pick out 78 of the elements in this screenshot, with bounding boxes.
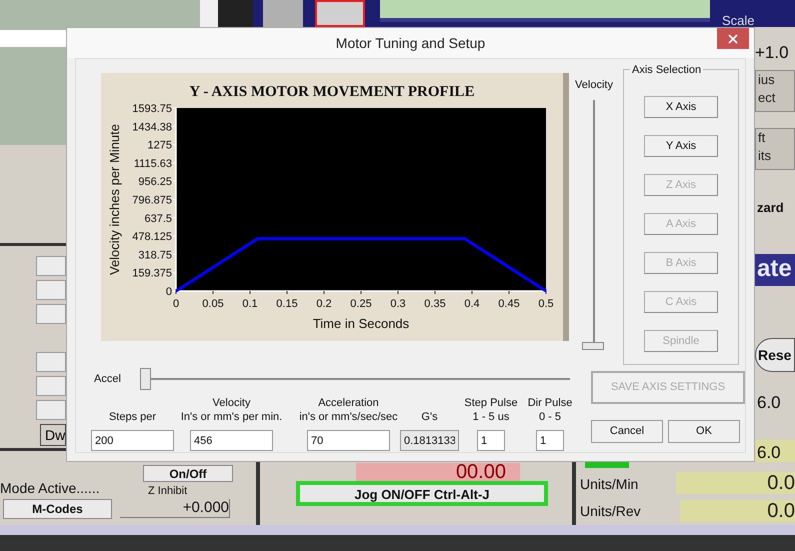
jog-button[interactable]: Jog ON/OFF Ctrl-Alt-J <box>296 481 548 506</box>
y-tick-label: 1434.38 <box>132 121 172 134</box>
value-field: 6.0 <box>755 440 795 462</box>
y-tick-label: 1593.75 <box>132 103 172 115</box>
panel-button[interactable] <box>36 280 66 300</box>
field-label: Acceleration <box>318 396 379 410</box>
number-field[interactable]: 1 <box>477 430 505 451</box>
field-label: G's <box>421 410 438 424</box>
x-tick-label: 0.25 <box>350 298 372 310</box>
y-tick-label: 956.25 <box>138 176 172 188</box>
chart-title: Y - AXIS MOTOR MOVEMENT PROFILE <box>189 84 475 100</box>
field-label: 0 - 5 <box>538 410 561 424</box>
close-button[interactable] <box>717 28 749 49</box>
y-tick-label: 0 <box>166 286 172 298</box>
round-button[interactable]: Rese <box>755 338 795 372</box>
dialog-button[interactable]: OK <box>668 420 740 443</box>
number-field[interactable]: 456 <box>190 430 273 451</box>
velocity-slider[interactable] <box>582 100 606 350</box>
dialog-button[interactable]: Cancel <box>591 420 663 443</box>
velocity-slider-thumb[interactable] <box>582 342 604 350</box>
number-field[interactable]: 1 <box>536 430 564 451</box>
units-rev-label: Units/Rev <box>580 502 641 521</box>
x-tick-label: 0.3 <box>390 298 406 310</box>
status-banner: ate <box>755 254 795 286</box>
on-off-button[interactable]: On/Off <box>143 465 233 482</box>
field-label: 1 - 5 us <box>472 410 510 424</box>
panel-button[interactable]: ft its <box>755 128 795 170</box>
x-tick-label: 0.45 <box>498 298 520 310</box>
units-rev-field: 0.0 <box>680 500 795 522</box>
elapsed-field: 00.00 <box>356 463 520 481</box>
field-label: Dir Pulse <box>528 396 572 410</box>
y-tick-label: 478.125 <box>132 231 172 244</box>
y-tick-label: 159.375 <box>132 268 172 280</box>
y-tick-label: 637.5 <box>144 212 172 225</box>
field-label: Steps per <box>108 410 156 424</box>
x-tick-label: 0.05 <box>202 298 224 310</box>
panel-button[interactable] <box>36 376 66 396</box>
y-tick-label: 1275 <box>148 140 172 152</box>
z-inhibit-field[interactable]: +0.000 <box>120 499 230 518</box>
x-tick-label: 0 <box>172 298 180 310</box>
x-tick-label: 0.35 <box>424 298 446 310</box>
units-min-label: Units/Min <box>580 475 638 494</box>
axis-button[interactable]: X Axis <box>644 96 718 118</box>
mcodes-button[interactable]: M-Codes <box>3 499 112 519</box>
scale-label: Scale <box>722 14 755 27</box>
panel-button[interactable] <box>36 352 66 372</box>
toolbar-button[interactable] <box>315 0 365 27</box>
x-axis-title: Time in Seconds <box>312 316 410 331</box>
field-label: Step Pulse <box>464 396 518 410</box>
close-icon <box>726 32 740 46</box>
x-tick-label: 0.1 <box>242 298 258 310</box>
z-inhibit-label: Z Inhibit <box>148 484 188 499</box>
y-tick-label: 318.75 <box>138 249 172 262</box>
y-tick-label: 1115.63 <box>134 158 172 170</box>
axis-button[interactable]: Y Axis <box>644 135 718 157</box>
y-axis-title: Velocity inches per Minute <box>107 124 122 276</box>
panel-button[interactable] <box>36 256 66 276</box>
units-min-field: 0.0 <box>676 472 795 494</box>
accel-slider-label: Accel <box>94 372 122 387</box>
number-field[interactable]: 70 <box>307 430 390 451</box>
mode-label: Mode Active...... <box>0 479 100 498</box>
dwell-tab[interactable]: Dw <box>40 424 66 446</box>
y-tick-label: 796.875 <box>132 194 172 206</box>
field-label: In's or mm's per min. <box>180 410 282 424</box>
number-field[interactable]: 200 <box>91 430 174 451</box>
x-tick-label: 0.2 <box>316 298 332 310</box>
panel-button[interactable] <box>36 304 66 324</box>
accel-slider[interactable] <box>140 368 570 390</box>
x-tick-label: 0.4 <box>464 298 480 310</box>
x-tick-label: 0.5 <box>538 298 554 310</box>
velocity-slider-label: Velocity <box>575 78 613 93</box>
window-title: Motor Tuning and Setup <box>336 34 486 53</box>
panel-button[interactable] <box>36 400 66 420</box>
field-label: Velocity <box>212 396 250 410</box>
x-tick-label: 0.15 <box>276 298 298 310</box>
field-label: in's or mm's/sec/sec <box>299 410 398 424</box>
accel-slider-thumb[interactable] <box>140 368 151 390</box>
panel-button[interactable]: ius ect <box>755 70 795 112</box>
